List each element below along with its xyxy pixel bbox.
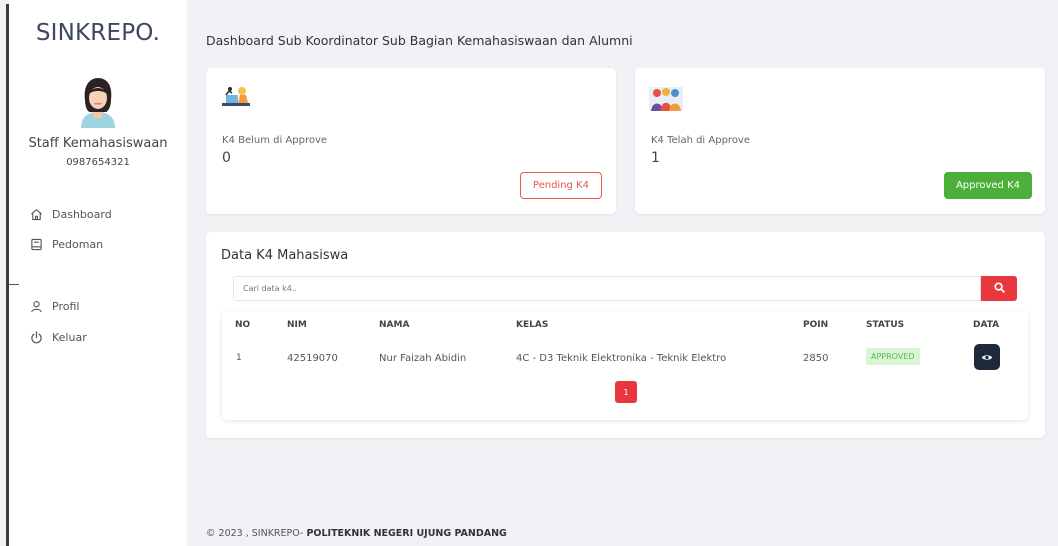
- footer-org: POLITEKNIK NEGERI UJUNG PANDANG: [306, 528, 507, 539]
- status-badge: APPROVED: [866, 348, 920, 365]
- eye-icon: [981, 350, 993, 365]
- pending-k4-button[interactable]: Pending K4: [519, 172, 602, 199]
- nav-item-pedoman[interactable]: Pedoman: [28, 236, 103, 252]
- k4-table: NO NIM NAMA KELAS POIN STATUS DATA 1 425…: [222, 311, 1028, 420]
- nav-label: Pedoman: [52, 237, 104, 251]
- avatar: [75, 76, 121, 128]
- cell-nama: Nur Faizah Abidin: [379, 353, 467, 364]
- cell-nim: 42519070: [287, 353, 338, 364]
- pagination-page-1[interactable]: 1: [615, 381, 637, 403]
- approved-illustration: [649, 83, 683, 111]
- main-content: Dashboard Sub Koordinator Sub Bagian Kem…: [187, 0, 1058, 546]
- nav-item-keluar[interactable]: Keluar: [28, 329, 87, 345]
- brand-logo: SINKREPO.: [35, 20, 161, 46]
- pending-count: 0: [222, 150, 231, 166]
- nav-label: Profil: [52, 299, 80, 313]
- table-title: Data K4 Mahasiswa: [221, 248, 349, 263]
- user-name: Staff Kemahasiswaan: [28, 136, 168, 151]
- cell-kelas: 4C - D3 Teknik Elektronika - Teknik Elek…: [516, 353, 727, 364]
- nav-label: Keluar: [52, 330, 87, 344]
- approved-stat-card: K4 Telah di Approve 1 Approved K4: [635, 68, 1045, 214]
- pending-label: K4 Belum di Approve: [222, 135, 328, 146]
- nav-item-dashboard[interactable]: Dashboard: [28, 206, 112, 222]
- home-icon: [28, 206, 44, 222]
- pending-stat-card: K4 Belum di Approve 0 Pending K4: [206, 68, 616, 214]
- data-table-card: Data K4 Mahasiswa NO NIM NAMA KELAS POIN…: [206, 232, 1045, 438]
- column-header-nim: NIM: [287, 320, 307, 330]
- user-icon: [28, 298, 44, 314]
- column-header-data: DATA: [973, 320, 1000, 330]
- cell-poin: 2850: [803, 353, 829, 364]
- view-data-button[interactable]: [974, 344, 1000, 370]
- approved-label: K4 Telah di Approve: [651, 135, 751, 146]
- approved-k4-button[interactable]: Approved K4: [943, 172, 1032, 199]
- search-input[interactable]: [233, 276, 981, 301]
- user-phone: 0987654321: [66, 157, 130, 168]
- sidebar: SINKREPO. Staff Kemahasiswaan 0987654321…: [9, 0, 187, 546]
- column-header-poin: POIN: [803, 320, 829, 330]
- column-header-no: NO: [235, 320, 251, 330]
- search-button[interactable]: [981, 276, 1017, 301]
- column-header-kelas: KELAS: [516, 320, 549, 330]
- column-header-nama: NAMA: [379, 320, 410, 330]
- column-header-status: STATUS: [866, 320, 905, 330]
- nav-item-profil[interactable]: Profil: [28, 298, 79, 314]
- cell-no: 1: [236, 353, 242, 363]
- pending-illustration: [220, 83, 254, 111]
- search-icon: [993, 281, 1005, 296]
- power-icon: [28, 329, 44, 345]
- nav-divider: [9, 284, 19, 285]
- nav-label: Dashboard: [52, 207, 112, 221]
- footer-copyright: © 2023 , SINKREPO-: [206, 528, 307, 539]
- approved-count: 1: [651, 150, 660, 166]
- footer: © 2023 , SINKREPO- POLITEKNIK NEGERI UJU…: [206, 528, 507, 539]
- book-icon: [28, 236, 44, 252]
- page-title: Dashboard Sub Koordinator Sub Bagian Kem…: [206, 33, 633, 48]
